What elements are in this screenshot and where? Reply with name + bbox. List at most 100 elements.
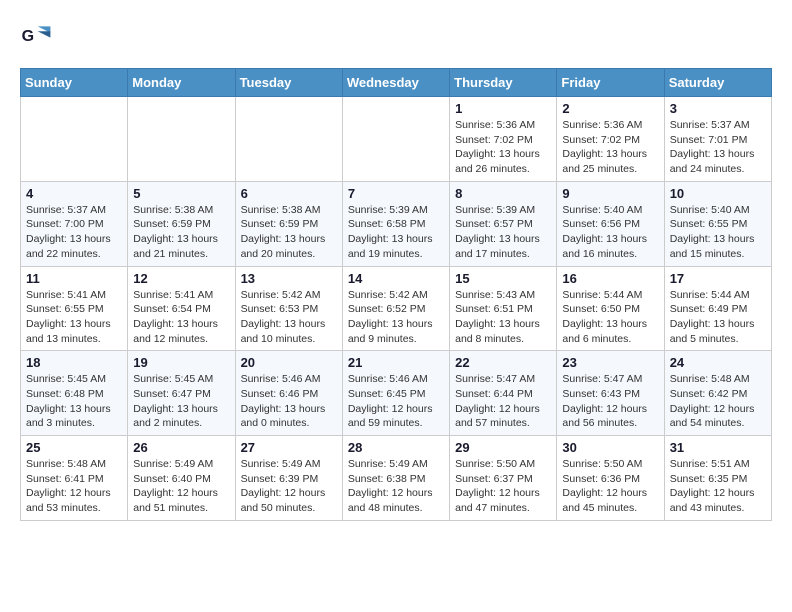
day-number: 4 — [26, 186, 122, 201]
day-number: 19 — [133, 355, 229, 370]
calendar-cell: 15Sunrise: 5:43 AM Sunset: 6:51 PM Dayli… — [450, 266, 557, 351]
calendar-cell: 19 Sunrise: 5:45 AM Sunset: 6:47 PM Dayli… — [128, 351, 235, 436]
calendar-cell: 25 Sunrise: 5:48 AM Sunset: 6:41 PM Dayli… — [21, 436, 128, 521]
day-number: 5 — [133, 186, 229, 201]
day-info: Sunrise: 5:50 AM Sunset: 6:37 PM Dayligh… — [455, 457, 551, 516]
day-number: 1 — [455, 101, 551, 116]
day-number: 17 — [670, 271, 766, 286]
calendar-cell: 7Sunrise: 5:39 AM Sunset: 6:58 PM Daylig… — [342, 181, 449, 266]
logo: G — [20, 20, 58, 52]
day-number: 8 — [455, 186, 551, 201]
week-row-4: 18 Sunrise: 5:45 AM Sunset: 6:48 PM Dayli… — [21, 351, 772, 436]
day-number: 12 — [133, 271, 229, 286]
calendar-cell: 1 Sunrise: 5:36 AM Sunset: 7:02 PM Daylig… — [450, 97, 557, 182]
day-info: Sunrise: 5:49 AM Sunset: 6:39 PM Dayligh… — [241, 457, 337, 516]
day-number: 18 — [26, 355, 122, 370]
day-info: Sunrise: 5:37 AM Sunset: 7:01 PM Dayligh… — [670, 118, 766, 177]
day-info: Sunrise: 5:36 AM Sunset: 7:02 PM Dayligh… — [455, 118, 551, 177]
day-info: Sunrise: 5:37 AM Sunset: 7:00 PM Dayligh… — [26, 203, 122, 262]
calendar-cell: 9 Sunrise: 5:40 AM Sunset: 6:56 PM Daylig… — [557, 181, 664, 266]
day-info: Sunrise: 5:47 AM Sunset: 6:44 PM Dayligh… — [455, 372, 551, 431]
day-number: 15 — [455, 271, 551, 286]
day-info: Sunrise: 5:46 AM Sunset: 6:46 PM Dayligh… — [241, 372, 337, 431]
calendar-cell: 20 Sunrise: 5:46 AM Sunset: 6:46 PM Dayli… — [235, 351, 342, 436]
day-number: 3 — [670, 101, 766, 116]
calendar-cell: 11 Sunrise: 5:41 AM Sunset: 6:55 PM Dayli… — [21, 266, 128, 351]
calendar-cell: 14 Sunrise: 5:42 AM Sunset: 6:52 PM Dayli… — [342, 266, 449, 351]
day-number: 16 — [562, 271, 658, 286]
day-info: Sunrise: 5:51 AM Sunset: 6:35 PM Dayligh… — [670, 457, 766, 516]
day-number: 24 — [670, 355, 766, 370]
day-info: Sunrise: 5:39 AM Sunset: 6:57 PM Dayligh… — [455, 203, 551, 262]
calendar-cell: 5Sunrise: 5:38 AM Sunset: 6:59 PM Daylig… — [128, 181, 235, 266]
weekday-header-sunday: Sunday — [21, 69, 128, 97]
day-info: Sunrise: 5:49 AM Sunset: 6:38 PM Dayligh… — [348, 457, 444, 516]
calendar-cell: 27 Sunrise: 5:49 AM Sunset: 6:39 PM Dayli… — [235, 436, 342, 521]
weekday-header-tuesday: Tuesday — [235, 69, 342, 97]
calendar-cell — [235, 97, 342, 182]
calendar-cell: 12 Sunrise: 5:41 AM Sunset: 6:54 PM Dayli… — [128, 266, 235, 351]
calendar-cell: 18 Sunrise: 5:45 AM Sunset: 6:48 PM Dayli… — [21, 351, 128, 436]
day-number: 2 — [562, 101, 658, 116]
day-number: 29 — [455, 440, 551, 455]
day-info: Sunrise: 5:42 AM Sunset: 6:52 PM Dayligh… — [348, 288, 444, 347]
day-number: 20 — [241, 355, 337, 370]
weekday-header-monday: Monday — [128, 69, 235, 97]
calendar-cell: 16 Sunrise: 5:44 AM Sunset: 6:50 PM Dayli… — [557, 266, 664, 351]
calendar-cell: 17Sunrise: 5:44 AM Sunset: 6:49 PM Dayli… — [664, 266, 771, 351]
calendar-cell: 21 Sunrise: 5:46 AM Sunset: 6:45 PM Dayli… — [342, 351, 449, 436]
calendar-cell: 6Sunrise: 5:38 AM Sunset: 6:59 PM Daylig… — [235, 181, 342, 266]
day-info: Sunrise: 5:40 AM Sunset: 6:55 PM Dayligh… — [670, 203, 766, 262]
weekday-header-saturday: Saturday — [664, 69, 771, 97]
day-number: 7 — [348, 186, 444, 201]
calendar-cell: 24 Sunrise: 5:48 AM Sunset: 6:42 PM Dayli… — [664, 351, 771, 436]
day-info: Sunrise: 5:40 AM Sunset: 6:56 PM Dayligh… — [562, 203, 658, 262]
day-number: 11 — [26, 271, 122, 286]
day-info: Sunrise: 5:38 AM Sunset: 6:59 PM Dayligh… — [241, 203, 337, 262]
day-info: Sunrise: 5:49 AM Sunset: 6:40 PM Dayligh… — [133, 457, 229, 516]
week-row-1: 1 Sunrise: 5:36 AM Sunset: 7:02 PM Daylig… — [21, 97, 772, 182]
calendar-cell — [21, 97, 128, 182]
day-info: Sunrise: 5:45 AM Sunset: 6:47 PM Dayligh… — [133, 372, 229, 431]
calendar-cell: 23 Sunrise: 5:47 AM Sunset: 6:43 PM Dayli… — [557, 351, 664, 436]
day-info: Sunrise: 5:45 AM Sunset: 6:48 PM Dayligh… — [26, 372, 122, 431]
calendar-cell: 13Sunrise: 5:42 AM Sunset: 6:53 PM Dayli… — [235, 266, 342, 351]
svg-text:G: G — [22, 28, 34, 45]
day-number: 10 — [670, 186, 766, 201]
day-number: 25 — [26, 440, 122, 455]
calendar-cell — [342, 97, 449, 182]
day-info: Sunrise: 5:48 AM Sunset: 6:42 PM Dayligh… — [670, 372, 766, 431]
day-number: 27 — [241, 440, 337, 455]
day-info: Sunrise: 5:50 AM Sunset: 6:36 PM Dayligh… — [562, 457, 658, 516]
day-info: Sunrise: 5:47 AM Sunset: 6:43 PM Dayligh… — [562, 372, 658, 431]
calendar-cell: 10 Sunrise: 5:40 AM Sunset: 6:55 PM Dayli… — [664, 181, 771, 266]
day-info: Sunrise: 5:44 AM Sunset: 6:50 PM Dayligh… — [562, 288, 658, 347]
day-number: 26 — [133, 440, 229, 455]
calendar-cell: 29 Sunrise: 5:50 AM Sunset: 6:37 PM Dayli… — [450, 436, 557, 521]
week-row-2: 4 Sunrise: 5:37 AM Sunset: 7:00 PM Daylig… — [21, 181, 772, 266]
day-number: 14 — [348, 271, 444, 286]
calendar-cell: 22Sunrise: 5:47 AM Sunset: 6:44 PM Dayli… — [450, 351, 557, 436]
day-number: 9 — [562, 186, 658, 201]
week-row-3: 11 Sunrise: 5:41 AM Sunset: 6:55 PM Dayli… — [21, 266, 772, 351]
day-number: 28 — [348, 440, 444, 455]
day-info: Sunrise: 5:42 AM Sunset: 6:53 PM Dayligh… — [241, 288, 337, 347]
day-info: Sunrise: 5:46 AM Sunset: 6:45 PM Dayligh… — [348, 372, 444, 431]
calendar-table: SundayMondayTuesdayWednesdayThursdayFrid… — [20, 68, 772, 521]
day-number: 30 — [562, 440, 658, 455]
calendar-cell — [128, 97, 235, 182]
weekday-header-row: SundayMondayTuesdayWednesdayThursdayFrid… — [21, 69, 772, 97]
day-info: Sunrise: 5:41 AM Sunset: 6:55 PM Dayligh… — [26, 288, 122, 347]
day-number: 21 — [348, 355, 444, 370]
calendar-cell: 4 Sunrise: 5:37 AM Sunset: 7:00 PM Daylig… — [21, 181, 128, 266]
day-info: Sunrise: 5:36 AM Sunset: 7:02 PM Dayligh… — [562, 118, 658, 177]
weekday-header-thursday: Thursday — [450, 69, 557, 97]
calendar-cell: 3 Sunrise: 5:37 AM Sunset: 7:01 PM Daylig… — [664, 97, 771, 182]
day-info: Sunrise: 5:48 AM Sunset: 6:41 PM Dayligh… — [26, 457, 122, 516]
weekday-header-wednesday: Wednesday — [342, 69, 449, 97]
calendar-cell: 8 Sunrise: 5:39 AM Sunset: 6:57 PM Daylig… — [450, 181, 557, 266]
calendar-cell: 2 Sunrise: 5:36 AM Sunset: 7:02 PM Daylig… — [557, 97, 664, 182]
calendar-cell: 30 Sunrise: 5:50 AM Sunset: 6:36 PM Dayli… — [557, 436, 664, 521]
day-number: 23 — [562, 355, 658, 370]
day-info: Sunrise: 5:41 AM Sunset: 6:54 PM Dayligh… — [133, 288, 229, 347]
